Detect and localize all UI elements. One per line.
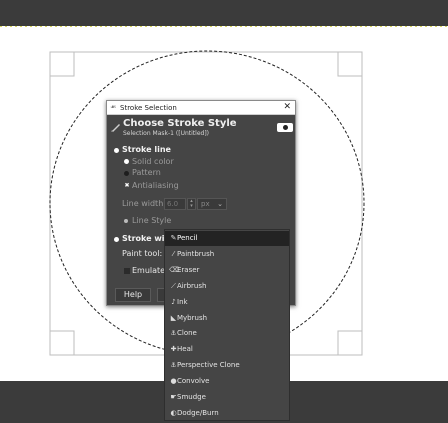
menu-item-smudge[interactable]: ☛ Smudge (165, 390, 289, 405)
menu-item-label: Clone (177, 329, 197, 338)
menu-item-pencil[interactable]: ✎ Pencil (165, 231, 289, 246)
menu-item-label: Paintbrush (177, 249, 215, 258)
menu-item-label: Pencil (177, 234, 198, 242)
menu-item-dodge-burn[interactable]: ◐ Dodge/Burn (165, 406, 289, 421)
stroke-style-icon (111, 124, 120, 132)
help-button[interactable]: Help (115, 288, 151, 302)
unit-value: px (201, 200, 210, 208)
dialog-heading: Choose Stroke Style (123, 118, 237, 129)
line-width-stepper[interactable]: ▴ ▾ (187, 198, 196, 210)
menu-item-label: Airbrush (177, 281, 207, 290)
emulate-dynamics-label: Emulate (132, 266, 166, 275)
menu-item-label: Eraser (177, 265, 200, 274)
menu-item-heal[interactable]: ✚ Heal (165, 342, 289, 357)
handle-top-right (337, 52, 362, 77)
unit-select[interactable]: px ⌄ (197, 198, 227, 210)
handle-bottom-left (50, 330, 75, 355)
stroke-line-label: Stroke line (122, 145, 171, 154)
antialiasing-checkbox[interactable]: ✖ (124, 183, 130, 189)
menu-item-paintbrush[interactable]: ⁄ Paintbrush (165, 247, 289, 262)
menu-item-clone[interactable]: ⚓ Clone (165, 326, 289, 341)
menu-item-convolve[interactable]: ● Convolve (165, 374, 289, 389)
antialiasing-label: Antialiasing (132, 181, 179, 190)
paint-tool-menu: ✎ Pencil ⁄ Paintbrush ⌫ Eraser ⟋ Airbrush ♪ Ink ◣ M… (164, 229, 290, 421)
close-icon[interactable]: ✕ (283, 101, 291, 114)
stroke-line-radio[interactable] (114, 148, 119, 153)
menu-item-label: Smudge (177, 393, 206, 401)
gimp-app-icon: ☙ (110, 103, 117, 111)
solid-color-label: Solid color (132, 157, 174, 166)
preview-toggle-icon[interactable] (277, 123, 293, 132)
pattern-radio[interactable] (124, 171, 129, 176)
menu-item-label: Mybrush (177, 313, 208, 322)
paint-tool-label: Paint tool: (122, 249, 163, 258)
dialog-window-title: Stroke Selection (120, 104, 177, 112)
emulate-dynamics-checkbox[interactable] (124, 268, 130, 274)
menu-item-ink[interactable]: ♪ Ink (165, 295, 289, 310)
menu-item-label: Ink (177, 297, 188, 306)
stroke-paint-label: Stroke wi (122, 234, 165, 243)
line-width-input[interactable]: 6.0 (164, 198, 186, 210)
menu-item-label: Perspective Clone (177, 361, 240, 370)
handle-top-left (50, 52, 75, 77)
line-width-label: Line width: (122, 199, 166, 208)
menu-item-label: Convolve (177, 377, 210, 386)
handle-bottom-right (337, 330, 362, 355)
menu-item-label: Dodge/Burn (177, 408, 219, 417)
menu-item-mybrush[interactable]: ◣ Mybrush (165, 311, 289, 326)
pattern-label: Pattern (132, 168, 161, 177)
solid-color-radio[interactable] (124, 159, 129, 164)
dialog-subheading: Selection Mask-1 ([Untitled]) (123, 130, 209, 137)
chevron-down-icon: ⌄ (217, 200, 223, 208)
menu-item-airbrush[interactable]: ⟋ Airbrush (165, 279, 289, 294)
line-style-expander-icon[interactable] (124, 219, 128, 223)
menu-item-perspective-clone[interactable]: ⚓ Perspective Clone (165, 358, 289, 373)
line-style-expander[interactable]: Line Style (132, 216, 171, 226)
stroke-paint-radio[interactable] (114, 237, 119, 242)
menu-item-label: Heal (177, 345, 193, 354)
menu-item-eraser[interactable]: ⌫ Eraser (165, 263, 289, 278)
dialog-titlebar[interactable]: ☙ Stroke Selection ✕ (107, 101, 295, 115)
